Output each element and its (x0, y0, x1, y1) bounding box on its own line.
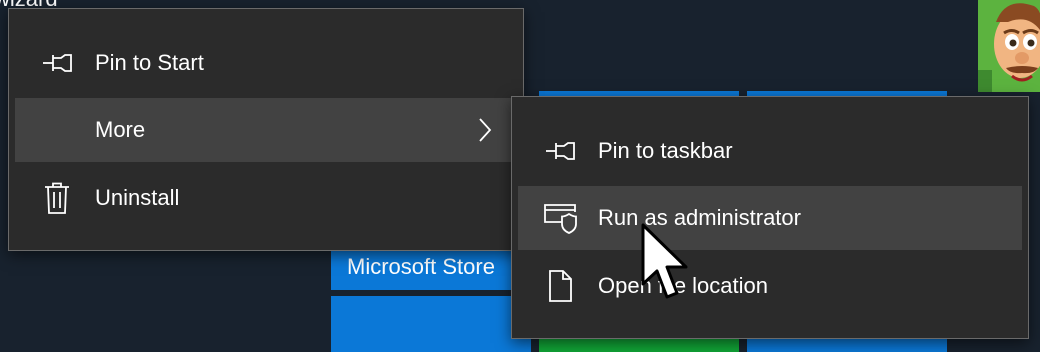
start-tile[interactable] (539, 338, 739, 352)
menu-item-run-as-administrator[interactable]: Run as administrator (518, 186, 1022, 250)
menu-item-label: Uninstall (95, 185, 180, 210)
pin-icon (39, 47, 75, 79)
chevron-right-icon (477, 116, 493, 144)
context-submenu: Pin to taskbar Run as administrator Open… (511, 96, 1029, 339)
menu-item-pin-to-start[interactable]: Pin to Start (15, 31, 517, 95)
game-tile[interactable] (978, 0, 1040, 92)
menu-item-label: Run as administrator (598, 205, 801, 230)
menu-item-label: Pin to taskbar (598, 138, 733, 163)
menu-item-label: More (95, 117, 146, 142)
file-icon (542, 270, 578, 302)
menu-item-open-file-location[interactable]: Open file location (518, 254, 1022, 318)
game-character-image (978, 0, 1040, 92)
mouse-cursor-icon (640, 222, 692, 304)
start-tile[interactable] (747, 338, 947, 352)
pin-icon (542, 135, 578, 167)
shield-window-icon (542, 202, 578, 234)
microsoft-store-tile-label: Microsoft Store (347, 254, 495, 279)
menu-item-uninstall[interactable]: Uninstall (15, 166, 517, 230)
start-tile[interactable] (331, 296, 531, 352)
menu-item-label: Pin to Start (95, 50, 204, 75)
trash-icon (39, 182, 75, 214)
context-menu: Pin to Start More Uninstall (8, 8, 524, 251)
menu-item-pin-to-taskbar[interactable]: Pin to taskbar (518, 119, 1022, 183)
microsoft-store-tile[interactable]: Microsoft Store (331, 246, 531, 290)
menu-item-more[interactable]: More (15, 98, 517, 162)
